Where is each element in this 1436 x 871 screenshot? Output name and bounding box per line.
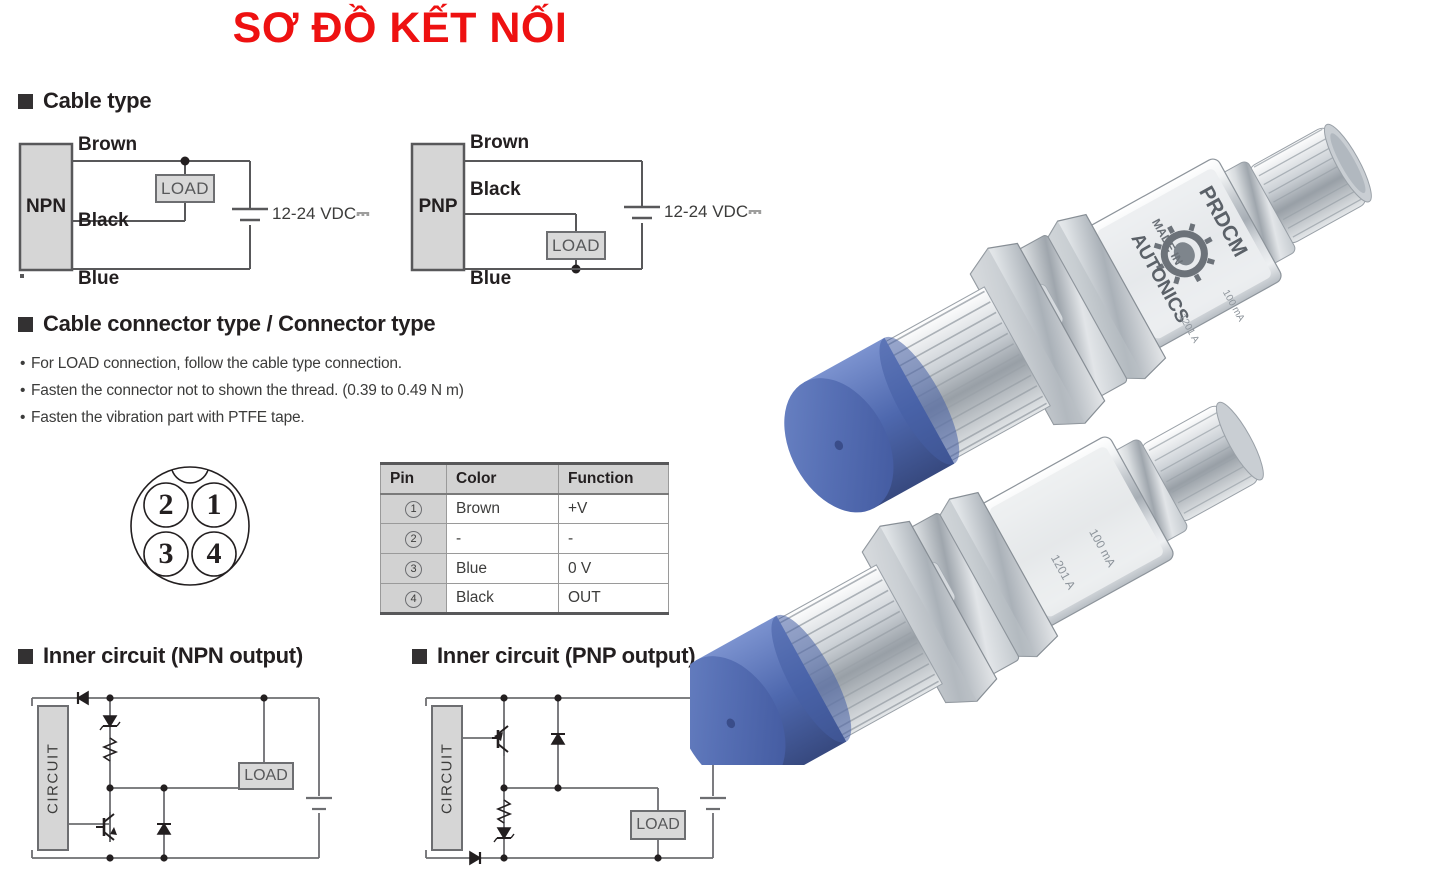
section-heading-cable-type-label: Cable type bbox=[43, 88, 152, 113]
pin-circle-1: 1 bbox=[405, 501, 422, 519]
pnp-wire-label-black: Black bbox=[470, 179, 521, 200]
note-bullet-icon-1: • bbox=[20, 355, 26, 372]
npn-wire-label-blue: Blue bbox=[78, 268, 120, 289]
inner-pnp-load-label: LOAD bbox=[636, 816, 680, 833]
section-heading-inner-npn-label: Inner circuit (NPN output) bbox=[43, 643, 303, 668]
table-row: 3 Blue 0 V bbox=[380, 553, 669, 584]
npn-load-label: LOAD bbox=[161, 178, 209, 198]
pnp-wire-label-brown: Brown bbox=[470, 132, 530, 153]
notes-list: • For LOAD connection, follow the cable t… bbox=[20, 355, 464, 427]
connection-diagram-page: SƠ ĐỒ KẾT NỐI Cable type Brown Black Blu… bbox=[0, 0, 1436, 871]
dc-symbol-icon: ⎓ bbox=[356, 204, 370, 223]
pin-table-cell-color-3: Blue bbox=[446, 553, 559, 584]
section-heading-inner-pnp: Inner circuit (PNP output) bbox=[412, 643, 696, 669]
pnp-sensor-box-label: PNP bbox=[418, 196, 458, 217]
pin-table-cell-function-2: - bbox=[558, 523, 669, 554]
pin-table-head: Pin Color Function bbox=[380, 462, 669, 495]
connector-pin-4: 4 bbox=[206, 537, 222, 570]
connector-pinout-svg bbox=[130, 466, 250, 586]
pin-table-header-row: Pin Color Function bbox=[380, 462, 669, 495]
inner-npn-load-label: LOAD bbox=[244, 767, 288, 784]
bullet-square-icon-2 bbox=[18, 316, 33, 332]
pin-table-header-pin: Pin bbox=[380, 462, 447, 495]
pnp-wire-label-blue: Blue bbox=[470, 268, 512, 289]
note-item-3: • Fasten the vibration part with PTFE tap… bbox=[20, 409, 464, 427]
table-row: 1 Brown +V bbox=[380, 493, 669, 524]
table-row: 4 Black OUT bbox=[380, 583, 669, 615]
npn-supply-value: 12-24 VDC bbox=[272, 204, 357, 223]
pin-circle-2: 2 bbox=[405, 531, 422, 548]
page-title: SƠ ĐỒ KẾT NỐI bbox=[232, 4, 568, 52]
pin-table-cell-pin-3: 3 bbox=[380, 553, 447, 584]
connector-pin-3: 3 bbox=[158, 537, 174, 570]
bullet-square-icon-4 bbox=[412, 648, 427, 664]
inner-pnp-circuit-block-label: CIRCUIT bbox=[438, 742, 456, 814]
pin-circle-4: 4 bbox=[405, 590, 422, 608]
pin-table-body: 1 Brown +V 2 - - 3 Blue 0 V 4 Black OUT bbox=[380, 493, 669, 615]
pin-table-header-function: Function bbox=[558, 462, 669, 495]
inner-npn-circuit-block-label: CIRCUIT bbox=[44, 742, 62, 814]
section-heading-inner-pnp-label: Inner circuit (PNP output) bbox=[437, 643, 696, 668]
table-row: 2 - - bbox=[380, 523, 669, 554]
note-text-2: Fasten the connector not to shown the th… bbox=[31, 382, 464, 399]
note-bullet-icon-2: • bbox=[20, 382, 26, 399]
pnp-load-box: LOAD bbox=[546, 231, 606, 260]
pin-table-cell-pin-4: 4 bbox=[380, 583, 447, 615]
npn-sensor-box-label: NPN bbox=[25, 196, 67, 217]
pin-function-table-wrapper: Pin Color Function 1 Brown +V 2 - - 3 Bl… bbox=[380, 462, 669, 615]
product-photo: AUTONICS MADE IN PRDCM 1201 A 100 mA 120… bbox=[690, 55, 1436, 765]
pin-table-cell-color-4: Black bbox=[446, 583, 559, 615]
inner-npn-load-box: LOAD bbox=[238, 762, 294, 790]
inner-circuit-npn-svg bbox=[31, 690, 332, 862]
inner-circuit-npn-diagram: CIRCUIT LOAD bbox=[14, 682, 374, 870]
section-heading-inner-npn: Inner circuit (NPN output) bbox=[18, 643, 303, 669]
pin-table-cell-color-2: - bbox=[446, 523, 559, 554]
inner-pnp-load-box: LOAD bbox=[630, 810, 686, 840]
connector-pinout-diagram: 2 1 3 4 bbox=[128, 458, 258, 593]
pin-table-cell-color-1: Brown bbox=[446, 493, 559, 524]
pnp-load-label: LOAD bbox=[552, 235, 600, 255]
npn-wire-label-black: Black bbox=[78, 210, 129, 231]
pin-table-cell-pin-1: 1 bbox=[380, 493, 447, 524]
section-heading-connector-type-label: Cable connector type / Connector type bbox=[43, 311, 436, 336]
note-bullet-icon-3: • bbox=[20, 409, 26, 426]
product-photo-svg: AUTONICS MADE IN PRDCM 1201 A 100 mA 120… bbox=[690, 123, 1372, 765]
npn-cable-diagram: Brown Black Blue NPN LOAD 12-24 VDC⎓ bbox=[0, 130, 400, 300]
pin-table-header-color: Color bbox=[446, 462, 559, 495]
connector-pin-1: 1 bbox=[206, 488, 222, 521]
bullet-square-icon bbox=[18, 93, 33, 109]
npn-wire-label-brown: Brown bbox=[78, 134, 138, 155]
pin-table-cell-function-1: +V bbox=[558, 493, 669, 524]
pin-table-cell-pin-2: 2 bbox=[380, 523, 447, 554]
note-text-3: Fasten the vibration part with PTFE tape… bbox=[31, 409, 305, 426]
section-heading-connector-type: Cable connector type / Connector type bbox=[18, 311, 436, 337]
note-item-1: • For LOAD connection, follow the cable t… bbox=[20, 355, 464, 373]
pin-circle-3: 3 bbox=[405, 561, 422, 578]
pin-table-cell-function-4: OUT bbox=[558, 583, 669, 615]
connector-pin-2: 2 bbox=[158, 488, 174, 521]
note-text-1: For LOAD connection, follow the cable ty… bbox=[31, 355, 402, 372]
pin-function-table: Pin Color Function 1 Brown +V 2 - - 3 Bl… bbox=[380, 462, 669, 615]
pin-table-cell-function-3: 0 V bbox=[558, 553, 669, 584]
npn-supply-label: 12-24 VDC⎓ bbox=[272, 204, 370, 224]
note-item-2: • Fasten the connector not to shown the t… bbox=[20, 382, 464, 400]
bullet-square-icon-3 bbox=[18, 648, 33, 664]
npn-load-box: LOAD bbox=[155, 174, 215, 203]
section-heading-cable-type: Cable type bbox=[18, 88, 152, 114]
